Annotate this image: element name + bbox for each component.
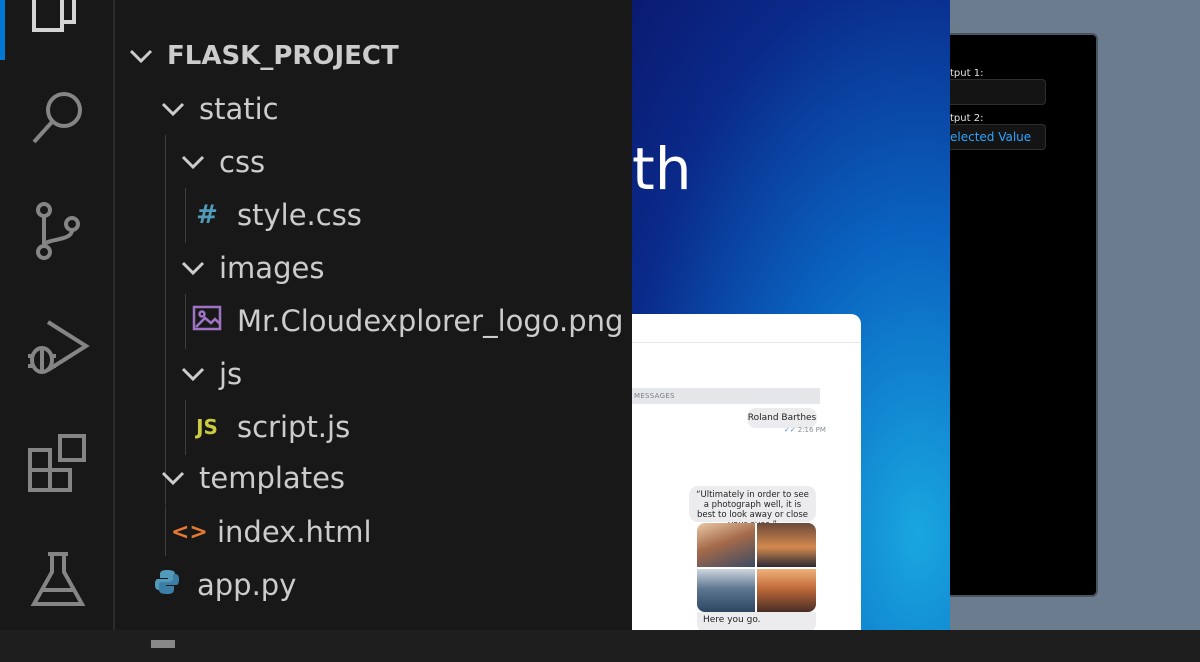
photo-thumbnail[interactable] [757,569,816,612]
output1-field[interactable] [950,79,1046,105]
active-indicator [0,0,5,60]
chevron-down-icon [127,42,155,70]
messages-section-label: MESSAGES [632,388,820,404]
tree-item-templates[interactable]: templates [159,453,345,503]
partial-item-bar [151,640,175,648]
app-preview: tput 1: tput 2: elected Value [950,0,1200,630]
search-icon[interactable] [26,86,90,150]
tree-item-label: index.html [217,515,372,549]
tree-item-style-css[interactable]: # style.css [191,190,362,240]
source-control-icon[interactable] [26,200,90,264]
tree-item-label: templates [199,461,346,495]
tree-item-label: FLASK_PROJECT [167,41,399,71]
chevron-down-icon [159,95,187,123]
file-explorer: FLASK_PROJECT static css # style.css ima… [117,0,632,648]
chevron-down-icon [179,254,207,282]
tree-item-label: css [219,145,266,179]
css-file-icon: # [196,200,218,230]
indent-guide [185,400,186,455]
tree-item-logo-png[interactable]: Mr.Cloudexplorer_logo.png [191,296,623,346]
output2-field[interactable]: elected Value [950,124,1046,150]
output1-label: tput 1: [950,68,984,79]
tree-item-label: images [219,251,325,285]
quote-bubble: “Ultimately in order to see a photograph… [689,486,816,530]
tree-item-label: script.js [237,410,351,444]
chat-window: MESSAGES Roland Barthes ✓✓ 2:16 PM “Ultim… [632,314,861,630]
activity-bar [0,0,115,630]
tree-item-static[interactable]: static [159,84,279,134]
tree-item-images[interactable]: images [179,243,324,293]
js-file-icon: JS [196,415,218,439]
tree-item-flask-project[interactable]: FLASK_PROJECT [127,31,399,81]
run-debug-icon[interactable] [26,316,90,380]
hero-heading: th [632,135,692,203]
tree-item-index-html[interactable]: <> index.html [171,507,372,557]
explorer-icon[interactable] [26,0,90,44]
tree-item-label: Mr.Cloudexplorer_logo.png [237,304,624,338]
photo-thumbnail[interactable] [757,523,816,567]
python-file-icon [151,568,183,603]
tree-item-app-py[interactable]: app.py [151,560,296,610]
output2-label: tput 2: [950,113,984,124]
tree-item-partial [151,612,175,662]
photo-grid[interactable] [697,523,816,612]
testing-icon[interactable] [26,548,90,612]
hero-panel: th MESSAGES Roland Barthes ✓✓ 2:16 PM “Ul… [632,0,950,630]
indent-guide [165,506,166,556]
chat-header-divider [632,342,861,343]
caption-bubble: Here you go. [697,612,816,630]
tree-item-label: static [199,92,279,126]
tree-item-script-js[interactable]: JS script.js [191,402,350,452]
tree-item-js[interactable]: js [179,349,242,399]
tree-item-label: app.py [197,568,297,602]
indent-guide [165,135,166,505]
message-timestamp: ✓✓ 2:16 PM [784,426,826,434]
timestamp-text: 2:16 PM [797,426,826,434]
chevron-down-icon [179,360,207,388]
tree-item-css[interactable]: css [179,137,265,187]
indent-guide [185,294,186,349]
extensions-icon[interactable] [26,430,90,494]
chevron-down-icon [159,464,187,492]
indent-guide [185,188,186,243]
output-panel: tput 1: tput 2: elected Value [950,33,1098,597]
photo-thumbnail[interactable] [697,569,755,612]
tree-item-label: js [219,357,243,391]
read-check-icon: ✓✓ [784,426,796,434]
tree-item-label: style.css [237,198,362,232]
chevron-down-icon [179,148,207,176]
message-bubble: Roland Barthes [747,408,817,428]
vscode-window: FLASK_PROJECT static css # style.css ima… [0,0,632,648]
html-file-icon: <> [171,519,208,545]
photo-thumbnail[interactable] [697,523,755,567]
image-file-icon [191,304,223,338]
